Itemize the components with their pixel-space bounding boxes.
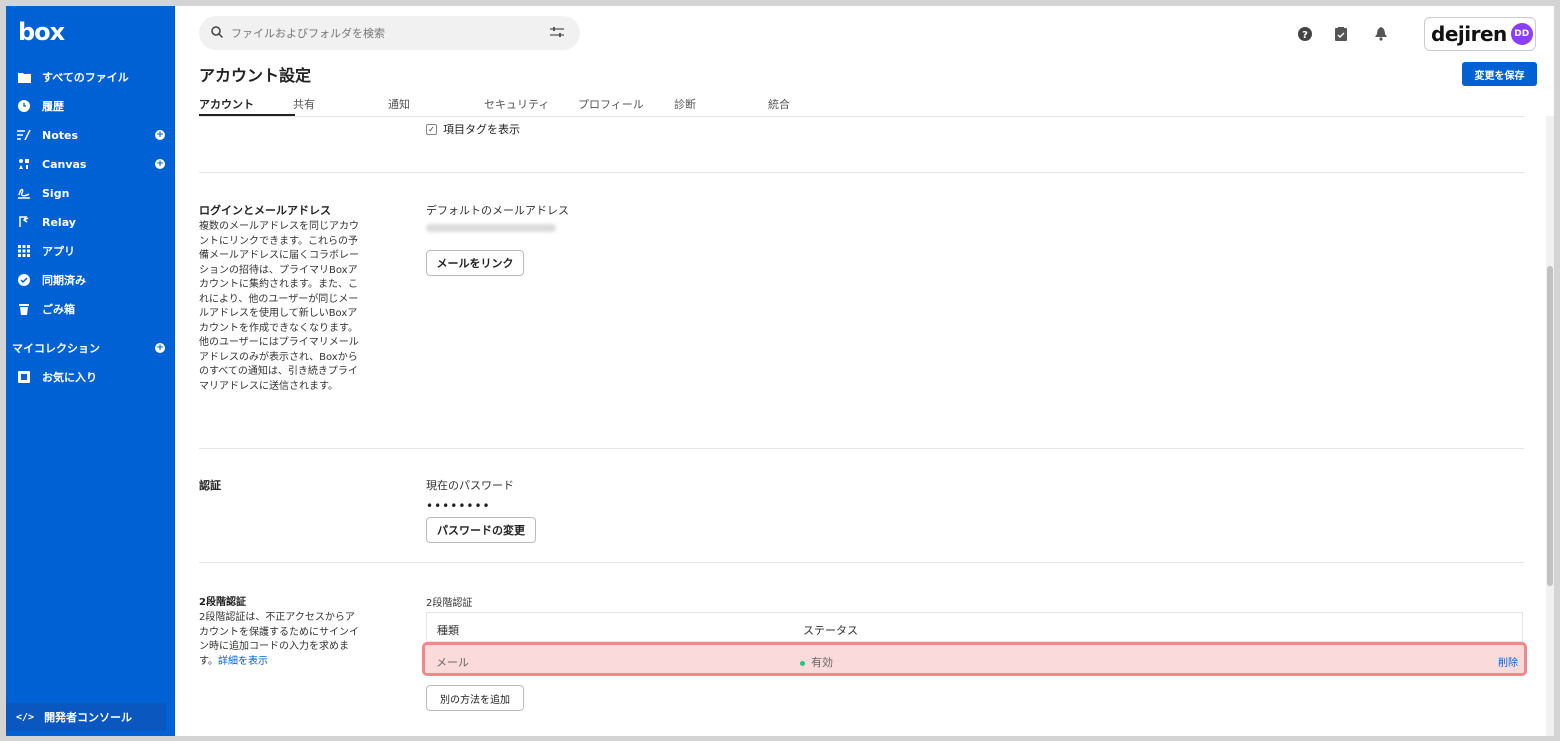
app-window: box すべてのファイル 履歴 Notes + Canvas + Sign Re…: [6, 6, 1554, 736]
status-badge: 有効: [811, 656, 833, 669]
sidebar-item-label: Notes: [42, 128, 79, 142]
sign-icon: [16, 185, 32, 201]
help-icon[interactable]: ?: [1297, 26, 1313, 42]
code-icon: </>: [16, 711, 35, 723]
sidebar-item-label: すべてのファイル: [42, 71, 129, 84]
tabs-divider: [199, 116, 1524, 117]
canvas-icon: [16, 156, 32, 172]
sidebar-item-notes[interactable]: Notes +: [6, 123, 175, 147]
password-mask: ••••••••: [426, 499, 491, 513]
save-changes-button[interactable]: 変更を保存: [1462, 62, 1537, 86]
trash-icon: [16, 301, 32, 317]
delete-method-link[interactable]: 削除: [1498, 654, 1518, 669]
brand-logo: dejiren: [1431, 22, 1507, 46]
search-filter-icon[interactable]: [550, 26, 564, 40]
add-canvas-icon[interactable]: +: [155, 159, 165, 169]
apps-grid-icon: [16, 243, 32, 259]
search-icon: [211, 25, 224, 41]
add-collection-icon[interactable]: +: [155, 343, 165, 353]
svg-text:?: ?: [1302, 30, 1308, 41]
two-factor-title: 2段階認証: [199, 597, 246, 608]
sidebar-collections-label: マイコレクション: [12, 342, 100, 355]
default-email-label: デフォルトのメールアドレス: [426, 204, 569, 217]
sidebar-item-label: お気に入り: [42, 371, 97, 384]
row-type: メール: [436, 656, 469, 669]
sidebar-item-label: Relay: [42, 215, 76, 229]
auth-title: 認証: [199, 479, 221, 492]
col-type-header: 種類: [437, 624, 459, 637]
sidebar-item-all-files[interactable]: すべてのファイル: [6, 65, 175, 89]
favorites-icon: [16, 369, 32, 385]
scrollbar-thumb[interactable]: [1547, 266, 1553, 586]
login-email-description: 複数のメールアドレスを同じアカウントにリンクできます。これらの予備メールアドレス…: [199, 221, 359, 392]
box-logo[interactable]: box: [18, 18, 65, 46]
two-factor-description: 2段階認証は、不正アクセスからアカウントを保護するためにサインイン時に追加コード…: [199, 611, 359, 669]
item-tags-checkbox[interactable]: ✓: [426, 123, 437, 135]
sidebar: box すべてのファイル 履歴 Notes + Canvas + Sign Re…: [6, 6, 175, 736]
sidebar-item-relay[interactable]: Relay: [6, 210, 175, 234]
clock-icon: [16, 98, 32, 114]
check-circle-icon: [16, 272, 32, 288]
sidebar-item-history[interactable]: 履歴: [6, 94, 175, 118]
bell-icon[interactable]: [1373, 26, 1389, 42]
sidebar-item-apps[interactable]: アプリ: [6, 239, 175, 263]
sidebar-item-trash[interactable]: ごみ箱: [6, 297, 175, 321]
add-note-icon[interactable]: +: [155, 130, 165, 140]
change-password-button[interactable]: パスワードの変更: [426, 517, 536, 543]
item-tags-label: 項目タグを表示: [443, 123, 520, 136]
login-email-title: ログインとメールアドレス: [199, 204, 331, 217]
sidebar-item-label: ごみ箱: [42, 303, 75, 316]
folder-icon: [16, 69, 32, 85]
developer-console-link[interactable]: </> 開発者コンソール: [6, 703, 166, 731]
section-divider: [199, 172, 1524, 173]
tab-profile[interactable]: プロフィール: [578, 96, 644, 112]
two-factor-table-title: 2段階認証: [426, 598, 473, 609]
tab-notifications[interactable]: 通知: [388, 96, 410, 112]
link-email-button[interactable]: メールをリンク: [426, 250, 524, 276]
tab-diagnostics[interactable]: 診断: [674, 96, 696, 112]
tab-account[interactable]: アカウント: [199, 96, 254, 112]
sidebar-item-label: Sign: [42, 186, 70, 200]
tab-security[interactable]: セキュリティ: [484, 96, 549, 112]
row-status: 有効: [800, 654, 833, 670]
sidebar-item-label: 履歴: [42, 100, 64, 113]
status-active-dot: [800, 660, 805, 666]
sidebar-item-my-collections[interactable]: マイコレクション +: [6, 336, 175, 360]
search-bar[interactable]: ファイルおよびフォルダを検索: [199, 16, 580, 50]
details-link[interactable]: 詳細を表示: [218, 656, 268, 667]
item-tags-option[interactable]: ✓ 項目タグを表示: [426, 121, 520, 137]
page-title: アカウント設定: [199, 66, 312, 85]
sidebar-item-synced[interactable]: 同期済み: [6, 268, 175, 292]
developer-console-label: 開発者コンソール: [44, 711, 133, 724]
table-row: メール 有効 削除: [422, 642, 1527, 676]
sidebar-item-favorites[interactable]: お気に入り: [6, 365, 175, 389]
avatar: DD: [1510, 23, 1533, 45]
sidebar-item-label: 同期済み: [42, 274, 86, 287]
relay-icon: [16, 214, 32, 230]
notes-icon: [16, 127, 32, 143]
tab-integrations[interactable]: 統合: [768, 96, 790, 112]
add-method-button[interactable]: 別の方法を追加: [426, 685, 524, 711]
account-menu[interactable]: dejiren DD: [1424, 17, 1536, 51]
sidebar-item-label: Canvas: [42, 157, 87, 171]
sidebar-item-sign[interactable]: Sign: [6, 181, 175, 205]
search-input[interactable]: ファイルおよびフォルダを検索: [231, 25, 385, 41]
default-email-value-redacted: [426, 224, 556, 232]
section-divider: [199, 562, 1524, 563]
tab-sharing[interactable]: 共有: [293, 96, 315, 112]
tasks-icon[interactable]: [1333, 26, 1349, 42]
two-factor-table-header: 種類 ステータス: [426, 612, 1523, 642]
current-password-label: 現在のパスワード: [426, 479, 514, 492]
section-divider: [199, 448, 1524, 449]
col-status-header: ステータス: [803, 624, 858, 637]
sidebar-item-label: アプリ: [42, 245, 75, 258]
sidebar-item-canvas[interactable]: Canvas +: [6, 152, 175, 176]
